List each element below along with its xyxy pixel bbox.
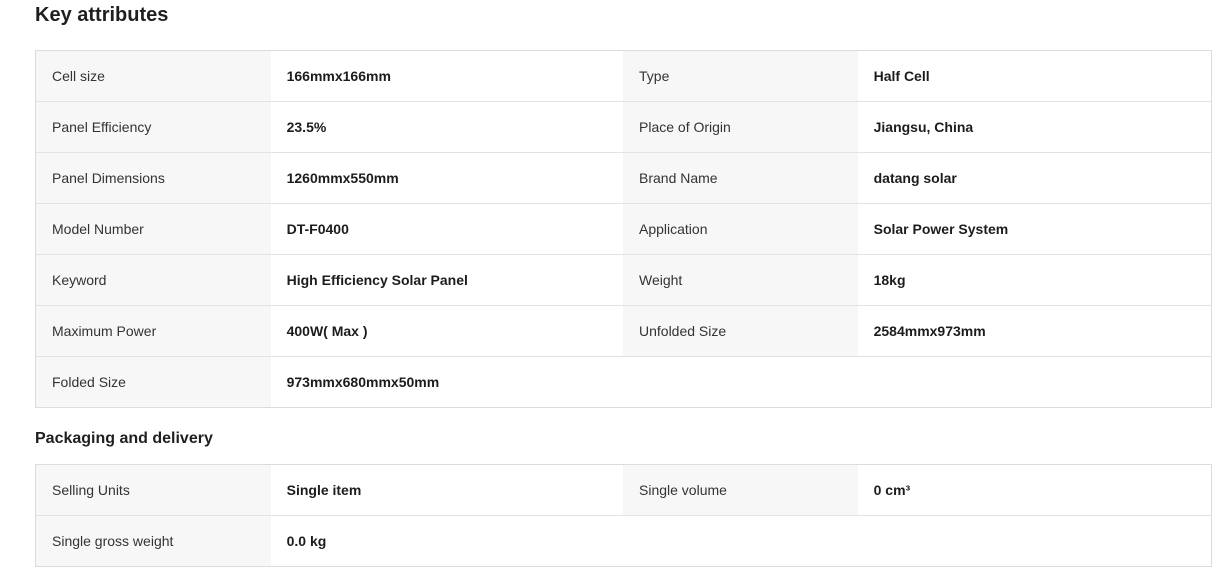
attribute-value: 0.0 kg xyxy=(270,516,624,566)
attribute-label: Cell size xyxy=(36,51,271,101)
attribute-label: Folded Size xyxy=(36,357,271,407)
attribute-value: Jiangsu, China xyxy=(857,102,1211,152)
attribute-label: Maximum Power xyxy=(36,306,271,356)
empty-cell xyxy=(623,516,1211,566)
attribute-value: 400W( Max ) xyxy=(270,306,623,356)
product-attributes-page: Key attributes Cell size 166mmx166mm Typ… xyxy=(0,0,1231,582)
table-row: Cell size 166mmx166mm Type Half Cell xyxy=(36,51,1211,101)
table-row: Keyword High Efficiency Solar Panel Weig… xyxy=(36,254,1211,305)
attribute-value: datang solar xyxy=(857,153,1211,203)
attribute-value: 973mmx680mmx50mm xyxy=(270,357,624,407)
attribute-label: Weight xyxy=(623,255,858,305)
table-row: Panel Efficiency 23.5% Place of Origin J… xyxy=(36,101,1211,152)
attribute-value: DT-F0400 xyxy=(270,204,623,254)
attribute-label: Unfolded Size xyxy=(623,306,858,356)
attribute-value: 2584mmx973mm xyxy=(857,306,1211,356)
attribute-value: 23.5% xyxy=(270,102,623,152)
empty-cell xyxy=(623,357,1211,407)
attribute-value: Solar Power System xyxy=(857,204,1211,254)
attribute-label: Panel Efficiency xyxy=(36,102,271,152)
key-attributes-heading: Key attributes xyxy=(35,4,169,26)
attribute-value: 1260mmx550mm xyxy=(270,153,623,203)
packaging-delivery-heading: Packaging and delivery xyxy=(35,430,213,447)
table-row: Panel Dimensions 1260mmx550mm Brand Name… xyxy=(36,152,1211,203)
key-attributes-table: Cell size 166mmx166mm Type Half Cell Pan… xyxy=(35,50,1212,408)
attribute-value: Half Cell xyxy=(857,51,1211,101)
table-row: Maximum Power 400W( Max ) Unfolded Size … xyxy=(36,305,1211,356)
attribute-label: Place of Origin xyxy=(623,102,858,152)
attribute-value: 166mmx166mm xyxy=(270,51,623,101)
attribute-label: Application xyxy=(623,204,858,254)
attribute-label: Type xyxy=(623,51,858,101)
attribute-value: 0 cm³ xyxy=(857,465,1211,515)
table-row: Folded Size 973mmx680mmx50mm xyxy=(36,356,1211,407)
attribute-value: Single item xyxy=(270,465,623,515)
attribute-label: Single gross weight xyxy=(36,516,271,566)
table-row: Model Number DT-F0400 Application Solar … xyxy=(36,203,1211,254)
table-row: Single gross weight 0.0 kg xyxy=(36,515,1211,566)
attribute-label: Brand Name xyxy=(623,153,858,203)
attribute-label: Keyword xyxy=(36,255,271,305)
attribute-label: Single volume xyxy=(623,465,858,515)
table-row: Selling Units Single item Single volume … xyxy=(36,465,1211,515)
attribute-label: Panel Dimensions xyxy=(36,153,271,203)
packaging-table: Selling Units Single item Single volume … xyxy=(35,464,1212,567)
attribute-value: 18kg xyxy=(857,255,1211,305)
attribute-value: High Efficiency Solar Panel xyxy=(270,255,623,305)
attribute-label: Model Number xyxy=(36,204,271,254)
attribute-label: Selling Units xyxy=(36,465,271,515)
